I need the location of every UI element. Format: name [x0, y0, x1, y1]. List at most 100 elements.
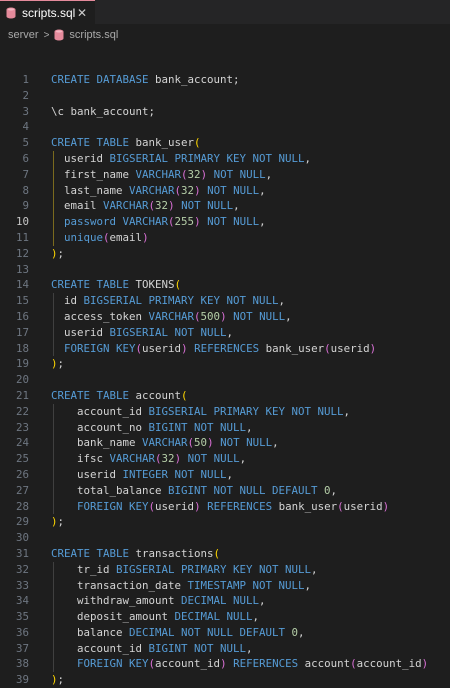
code-line[interactable]: 25 ifsc VARCHAR(32) NOT NULL, — [0, 451, 450, 467]
chevron-right-icon: > — [43, 29, 50, 41]
code-text: withdraw_amount DECIMAL NULL, — [51, 593, 266, 609]
close-icon[interactable]: ✕ — [77, 6, 87, 20]
code-line[interactable]: 1 CREATE DATABASE bank_account; — [0, 72, 450, 88]
code-line[interactable]: 13 — [0, 262, 450, 278]
code-token: withdraw_amount — [51, 594, 182, 608]
code-token: ifsc — [51, 452, 110, 466]
code-line[interactable]: 23 account_no BIGINT NOT NULL, — [0, 420, 450, 436]
code-line[interactable]: 22 account_id BIGSERIAL PRIMARY KEY NOT … — [0, 404, 450, 420]
code-line[interactable]: 30 — [0, 530, 450, 546]
code-token: CREATE TABLE — [51, 136, 136, 150]
line-number: 9 — [22, 199, 29, 213]
code-token: 500 — [200, 309, 221, 323]
code-line[interactable]: 12); — [0, 246, 450, 262]
code-token: tr_id — [51, 562, 117, 576]
code-line[interactable]: 28 FOREIGN KEY(userid) REFERENCES bank_u… — [0, 499, 450, 515]
code-line[interactable]: 20 — [0, 372, 450, 388]
code-text: account_id BIGSERIAL PRIMARY KEY NOT NUL… — [51, 404, 350, 420]
code-text: CREATE TABLE account( — [51, 388, 188, 404]
code-line[interactable]: 8 last_name VARCHAR(32) NOT NULL, — [0, 183, 450, 199]
code-text: balance DECIMAL NOT NULL DEFAULT 0, — [51, 625, 305, 641]
line-number: 4 — [22, 120, 29, 134]
tab-label: scripts.sql — [22, 5, 76, 20]
code-token: , — [272, 436, 279, 450]
code-line[interactable]: 7 first_name VARCHAR(32) NOT NULL, — [0, 167, 450, 183]
code-line[interactable]: 35 deposit_amount DECIMAL NULL, — [0, 609, 450, 625]
code-token: ( — [174, 278, 182, 292]
code-token: ( — [181, 388, 188, 402]
code-line[interactable]: 26 userid INTEGER NOT NULL, — [0, 467, 450, 483]
code-token: , — [285, 309, 292, 323]
tab-scripts-sql[interactable]: scripts.sql ✕ — [0, 0, 95, 24]
code-token: ) — [142, 230, 149, 244]
code-token: total_balance — [51, 483, 169, 497]
code-token: \c bank_account; — [51, 104, 156, 118]
code-line[interactable]: 10 password VARCHAR(255) NOT NULL, — [0, 214, 450, 230]
code-token: balance — [51, 625, 130, 639]
code-line[interactable]: 2 — [0, 88, 450, 104]
line-number: 19 — [15, 357, 29, 371]
code-token: NOT NULL — [174, 199, 234, 213]
line-number: 12 — [15, 246, 29, 260]
line-number: 1 — [22, 73, 29, 86]
code-token: 50 — [194, 436, 208, 450]
code-token: , — [259, 215, 266, 229]
code-token: unique — [64, 230, 104, 244]
line-number: 26 — [15, 467, 29, 481]
tab-bar: scripts.sql ✕ — [0, 0, 450, 24]
code-token: bank_user — [265, 341, 325, 355]
code-text: unique(email) — [51, 230, 149, 246]
code-line[interactable]: 37 account_id BIGINT NOT NULL, — [0, 641, 450, 657]
code-token: access_token — [51, 309, 149, 323]
code-token: account_id — [51, 404, 149, 418]
code-line[interactable]: 38 FOREIGN KEY(account_id) REFERENCES ac… — [0, 656, 450, 672]
database-icon — [54, 29, 64, 41]
code-line[interactable]: 27 total_balance BIGINT NOT NULL DEFAULT… — [0, 483, 450, 499]
code-line[interactable]: 32 tr_id BIGSERIAL PRIMARY KEY NOT NULL, — [0, 562, 450, 578]
code-token: ; — [57, 673, 65, 687]
code-token: NOT NULL — [200, 215, 260, 229]
code-line[interactable]: 9 email VARCHAR(32) NOT NULL, — [0, 198, 450, 214]
code-token: userid — [155, 499, 195, 513]
breadcrumb-folder[interactable]: server — [8, 29, 39, 41]
code-line[interactable]: 11 unique(email) — [0, 230, 450, 246]
code-line[interactable]: 6 userid BIGSERIAL PRIMARY KEY NOT NULL, — [0, 151, 450, 167]
code-text: CREATE TABLE TOKENS( — [51, 277, 181, 293]
code-token: , — [298, 625, 305, 639]
line-number: 18 — [15, 341, 29, 355]
code-token: userid — [343, 499, 383, 513]
line-number: 31 — [15, 546, 29, 560]
code-line[interactable]: 21 CREATE TABLE account( — [0, 388, 450, 404]
code-line[interactable]: 5 CREATE TABLE bank_user( — [0, 135, 450, 151]
code-text: FOREIGN KEY(userid) REFERENCES bank_user… — [51, 341, 376, 357]
code-line[interactable]: 36 balance DECIMAL NOT NULL DEFAULT 0, — [0, 625, 450, 641]
code-line[interactable]: 15 id BIGSERIAL PRIMARY KEY NOT NULL, — [0, 293, 450, 309]
code-line[interactable]: 3 \c bank_account; — [0, 104, 450, 120]
code-token: VARCHAR — [142, 436, 188, 450]
code-line[interactable]: 18 FOREIGN KEY(userid) REFERENCES bank_u… — [0, 341, 450, 357]
code-line[interactable]: 34 withdraw_amount DECIMAL NULL, — [0, 593, 450, 609]
code-token: DECIMAL NULL — [174, 610, 253, 624]
code-line[interactable]: 39); — [0, 672, 450, 688]
code-text: password VARCHAR(255) NOT NULL, — [51, 214, 266, 230]
code-token: REFERENCES — [187, 341, 266, 355]
line-number: 5 — [22, 136, 29, 150]
code-editor[interactable]: 1 CREATE DATABASE bank_account; 2 3 \c bank_… — [0, 72, 450, 688]
code-token: , — [239, 452, 247, 466]
line-number: 36 — [15, 625, 29, 639]
code-line[interactable]: 17 userid BIGSERIAL NOT NULL, — [0, 325, 450, 341]
code-line[interactable]: 14 CREATE TABLE TOKENS( — [0, 277, 450, 293]
code-line[interactable]: 31 CREATE TABLE transactions( — [0, 546, 450, 562]
code-line[interactable]: 24 bank_name VARCHAR(50) NOT NULL, — [0, 435, 450, 451]
code-line[interactable]: 19); — [0, 356, 450, 372]
line-number: 17 — [15, 325, 29, 339]
breadcrumb-file[interactable]: scripts.sql — [54, 29, 118, 41]
code-token: , — [233, 199, 240, 213]
code-line[interactable]: 29); — [0, 514, 450, 530]
code-line[interactable]: 4 — [0, 119, 450, 135]
code-line[interactable]: 16 access_token VARCHAR(500) NOT NULL, — [0, 309, 450, 325]
code-text: transaction_date TIMESTAMP NOT NULL, — [51, 578, 311, 594]
line-number: 35 — [15, 610, 29, 624]
code-line[interactable]: 33 transaction_date TIMESTAMP NOT NULL, — [0, 578, 450, 594]
